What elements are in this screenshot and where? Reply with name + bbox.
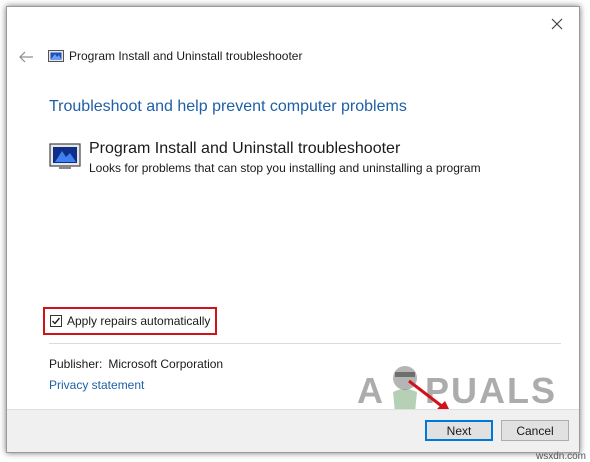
program-name: Program Install and Uninstall troublesho… — [89, 140, 401, 157]
footer-bar: Next Cancel — [7, 409, 579, 452]
apply-repairs-label[interactable]: Apply repairs automatically — [67, 314, 210, 328]
program-troubleshooter-icon — [49, 140, 81, 172]
privacy-statement-link[interactable]: Privacy statement — [49, 378, 144, 392]
next-button[interactable]: Next — [425, 420, 493, 441]
apply-repairs-checkbox[interactable] — [50, 315, 62, 327]
mascot-icon — [393, 366, 417, 412]
troubleshooter-window: Program Install and Uninstall troublesho… — [6, 6, 580, 453]
watermark-logo: A PUALS — [357, 370, 558, 411]
publisher-line: Publisher: Microsoft Corporation — [49, 357, 223, 371]
troubleshooter-icon — [48, 48, 64, 64]
window-title: Program Install and Uninstall troublesho… — [69, 49, 303, 63]
checkmark-icon — [52, 317, 61, 325]
title-bar: Program Install and Uninstall troublesho… — [7, 45, 579, 69]
publisher-label: Publisher: — [49, 357, 103, 371]
separator — [49, 343, 561, 344]
close-button[interactable] — [549, 16, 565, 32]
cancel-button[interactable]: Cancel — [501, 420, 569, 441]
close-icon — [551, 18, 563, 30]
program-description: Looks for problems that can stop you ins… — [89, 161, 481, 175]
site-watermark: wsxdn.com — [535, 451, 586, 462]
publisher-value: Microsoft Corporation — [108, 357, 224, 371]
back-button[interactable] — [17, 49, 35, 65]
page-heading: Troubleshoot and help prevent computer p… — [49, 98, 407, 115]
apply-repairs-highlight: Apply repairs automatically — [43, 307, 217, 335]
back-arrow-icon — [19, 51, 33, 63]
